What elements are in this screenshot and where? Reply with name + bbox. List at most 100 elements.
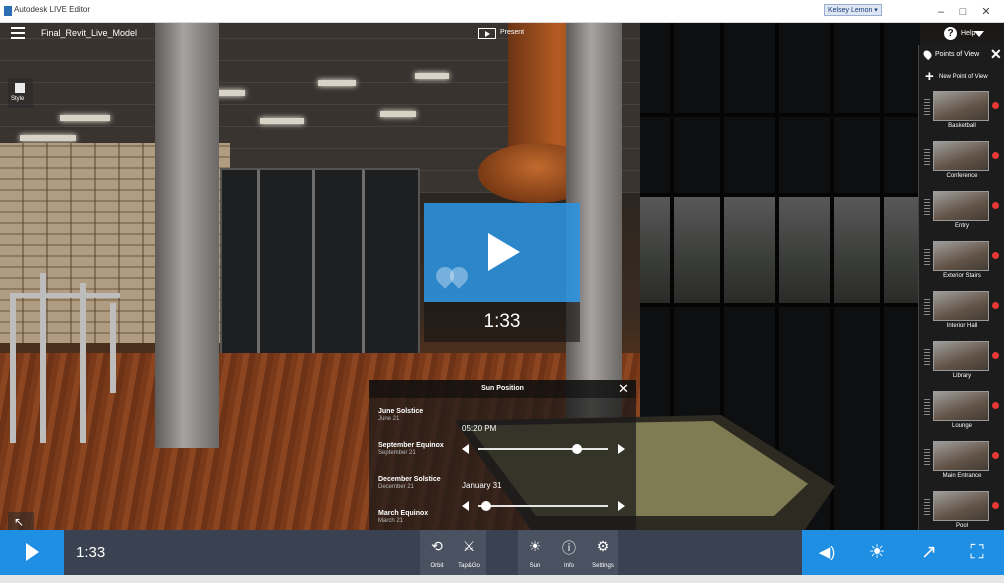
navigation-toggle-button[interactable]: ↖	[8, 512, 34, 530]
sun-button[interactable]: ☀ Sun	[518, 530, 552, 575]
time-increase-icon[interactable]	[618, 444, 625, 454]
style-button[interactable]: Style	[8, 78, 33, 108]
orbit-button[interactable]: ⟲ Orbit	[420, 530, 454, 575]
tapgo-button[interactable]: ⚔ Tap&Go	[452, 530, 486, 575]
preset-june-solstice[interactable]: June Solstice June 21	[378, 408, 423, 422]
share-icon[interactable]: ↗	[914, 540, 944, 566]
pov-item[interactable]: Library	[919, 341, 1004, 391]
brightness-icon[interactable]: ☀	[862, 540, 892, 566]
plus-icon: +	[925, 68, 934, 85]
preset-december-solstice[interactable]: December Solstice December 21	[378, 476, 441, 490]
play-icon	[26, 543, 39, 561]
delete-pov-icon[interactable]	[992, 402, 999, 409]
style-icon	[15, 83, 25, 93]
orbit-icon: ⟲	[431, 538, 443, 554]
delete-pov-icon[interactable]	[992, 502, 999, 509]
points-of-view-panel: Points of View ✕ + New Point of View Bas…	[918, 45, 1004, 530]
delete-pov-icon[interactable]	[992, 152, 999, 159]
pillar	[155, 23, 219, 448]
sun-panel-header: Sun Position ✕	[369, 380, 636, 398]
window-title: Autodesk LIVE Editor	[14, 5, 91, 14]
pov-thumbnail[interactable]	[933, 391, 989, 421]
drag-handle-icon[interactable]	[924, 497, 930, 515]
pov-label: Interior Hall	[946, 323, 978, 329]
chevron-down-icon[interactable]	[974, 31, 984, 37]
info-button[interactable]: ⓘ Info	[552, 530, 586, 575]
time-slider-knob[interactable]	[571, 444, 582, 454]
arrow-up-left-icon: ↖	[14, 515, 25, 529]
drag-handle-icon[interactable]	[924, 197, 930, 215]
delete-pov-icon[interactable]	[992, 102, 999, 109]
delete-pov-icon[interactable]	[992, 202, 999, 209]
drag-handle-icon[interactable]	[924, 397, 930, 415]
app-logo-icon	[4, 6, 12, 16]
play-button[interactable]	[0, 530, 64, 575]
drag-handle-icon[interactable]	[924, 297, 930, 315]
date-slider[interactable]	[462, 500, 627, 512]
pov-thumbnail[interactable]	[933, 491, 989, 521]
pov-thumbnail[interactable]	[933, 341, 989, 371]
preset-september-equinox[interactable]: September Equinox September 21	[378, 442, 444, 456]
pov-label: Basketball	[948, 123, 976, 129]
model-name: Final_Revit_Live_Model	[41, 28, 138, 38]
drag-handle-icon[interactable]	[924, 97, 930, 115]
time-of-day-slider[interactable]	[462, 443, 627, 455]
pov-thumbnail[interactable]	[933, 91, 989, 121]
info-icon: ⓘ	[562, 540, 576, 556]
pov-item[interactable]: Entry	[919, 191, 1004, 241]
date-slider-knob[interactable]	[480, 501, 491, 511]
menu-icon[interactable]	[11, 27, 25, 39]
walk-icon: ⚔	[462, 538, 476, 554]
sun-icon: ☀	[528, 538, 542, 554]
close-window-button[interactable]: ✕	[975, 4, 997, 20]
pov-label: Pool	[955, 523, 968, 529]
drag-handle-icon[interactable]	[924, 447, 930, 465]
user-menu[interactable]: Kelsey Lemon ▾	[824, 4, 882, 16]
settings-tools: ☀ Sun ⓘ Info ⚙ Settings	[518, 530, 618, 575]
new-pov-label: New Point of View	[939, 74, 988, 80]
pov-close-icon[interactable]: ✕	[990, 46, 1002, 63]
overlay-time: 1:33	[483, 311, 521, 332]
pov-item[interactable]: Lounge	[919, 391, 1004, 441]
pov-thumbnail[interactable]	[933, 241, 989, 271]
fullscreen-icon[interactable]: ⛶	[962, 540, 992, 566]
date-decrease-icon[interactable]	[462, 501, 469, 511]
delete-pov-icon[interactable]	[992, 452, 999, 459]
minimize-button[interactable]: –	[930, 4, 952, 20]
sun-panel-close-icon[interactable]: ✕	[618, 381, 629, 397]
pov-item[interactable]: Basketball	[919, 91, 1004, 141]
delete-pov-icon[interactable]	[992, 252, 999, 259]
settings-button[interactable]: ⚙ Settings	[586, 530, 620, 575]
sun-panel-title: Sun Position	[481, 385, 524, 392]
drag-handle-icon[interactable]	[924, 247, 930, 265]
pov-thumbnail[interactable]	[933, 441, 989, 471]
pov-item[interactable]: Interior Hall	[919, 291, 1004, 341]
play-icon	[488, 233, 520, 271]
date-value: January 31	[462, 481, 502, 490]
location-marker-icon	[432, 263, 472, 293]
pov-item[interactable]: Main Entrance	[919, 441, 1004, 491]
restore-button[interactable]: □	[952, 4, 974, 20]
preset-march-equinox[interactable]: March Equinox March 21	[378, 510, 428, 524]
pov-thumbnail[interactable]	[933, 141, 989, 171]
settings-icon: ⚙	[596, 538, 610, 554]
pov-item[interactable]: Conference	[919, 141, 1004, 191]
pov-thumbnail[interactable]	[933, 191, 989, 221]
drag-handle-icon[interactable]	[924, 347, 930, 365]
delete-pov-icon[interactable]	[992, 352, 999, 359]
time-decrease-icon[interactable]	[462, 444, 469, 454]
delete-pov-icon[interactable]	[992, 302, 999, 309]
drag-handle-icon[interactable]	[924, 147, 930, 165]
pov-label: Main Entrance	[942, 473, 982, 479]
sun-position-panel: Sun Position ✕ June Solstice June 21 Sep…	[369, 380, 636, 530]
map-pin-icon	[921, 48, 934, 61]
window-titlebar: Autodesk LIVE Editor Kelsey Lemon ▾ – □ …	[0, 0, 1004, 23]
time-of-day-value: 05:20 PM	[462, 424, 497, 433]
date-increase-icon[interactable]	[618, 501, 625, 511]
volume-icon[interactable]: ◀)	[812, 540, 842, 566]
play-overlay-button[interactable]	[424, 203, 580, 302]
pov-label: Lounge	[951, 423, 973, 429]
pov-item[interactable]: Exterior Stairs	[919, 241, 1004, 291]
pov-label: Conference	[946, 173, 978, 179]
pov-thumbnail[interactable]	[933, 291, 989, 321]
